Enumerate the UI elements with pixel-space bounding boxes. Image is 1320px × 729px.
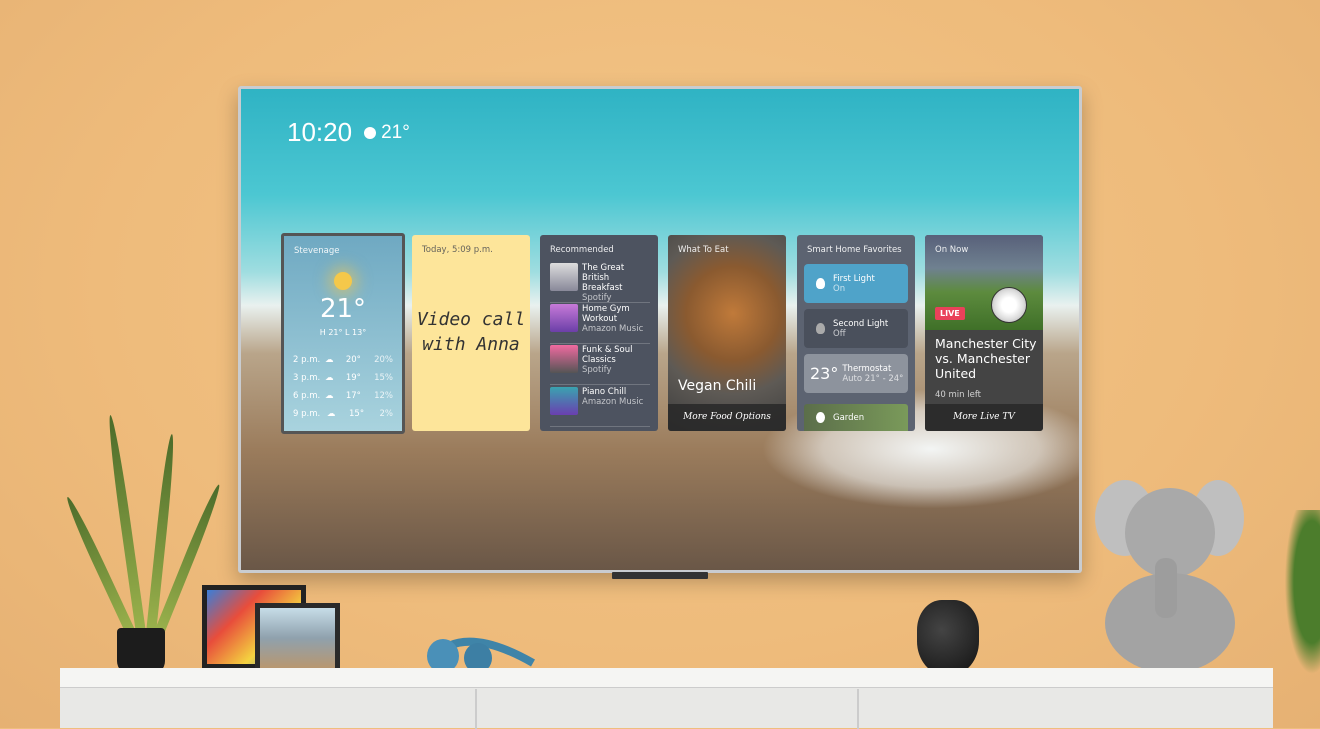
forecast-temp: 19° [345, 373, 361, 383]
smart-home-card: Smart Home Favorites First Light On Secon… [797, 235, 915, 431]
cloud-icon: ☁ [325, 373, 334, 383]
device-name: Thermostat [842, 363, 892, 374]
note-date: Today, 5:09 p.m. [422, 245, 493, 255]
clock-time: 10:20 [287, 117, 353, 147]
album-art [550, 304, 578, 332]
clock-temperature: 21° [381, 121, 410, 143]
item-source: Amazon Music [582, 324, 644, 334]
cloud-icon: ☁ [325, 391, 334, 401]
album-art [550, 345, 578, 373]
garden-camera-tile[interactable]: Garden [804, 404, 908, 431]
weather-high-low: H 21° L 13° [319, 328, 367, 337]
forecast-row: 9 p.m. ☁ 15° 2% [293, 409, 393, 419]
note-text: Video call with Anna [416, 309, 526, 355]
sun-icon [364, 126, 377, 139]
photo-frame [255, 603, 340, 673]
recommended-card[interactable]: Recommended The Great British Breakfast S… [540, 235, 658, 431]
cloud-icon: ☁ [325, 355, 334, 365]
device-state: Off [833, 328, 846, 339]
forecast-temp: 17° [345, 391, 361, 401]
plant-leaves [1280, 510, 1320, 690]
forecast-time: 6 p.m. [293, 391, 321, 401]
forecast-row: 2 p.m. ☁ 20° 20% [293, 355, 393, 365]
weather-city: Stevenage [294, 246, 340, 256]
forecast-time: 9 p.m. [293, 409, 321, 419]
forecast-time: 3 p.m. [293, 373, 321, 383]
football-icon [991, 287, 1027, 323]
list-item[interactable]: Funk & Soul Classics Spotify [550, 345, 650, 385]
item-title: The Great British Breakfast [582, 263, 625, 293]
forecast-row: 6 p.m. ☁ 17° 12% [293, 391, 393, 401]
device-state: Auto 21° - 24° [842, 373, 904, 384]
device-name: Garden [833, 412, 865, 423]
vase [917, 600, 979, 675]
forecast-time: 2 p.m. [293, 355, 321, 365]
tv-camera-bar [612, 572, 708, 579]
list-item[interactable]: Piano Chill Amazon Music [550, 387, 650, 427]
lightbulb-icon [816, 323, 825, 334]
item-title: Piano Chill [582, 387, 627, 397]
forecast-chance: 2% [379, 409, 394, 419]
tv: 10:20 21° Stevenage 21° H 21° L 13° 2 p.… [238, 86, 1082, 573]
tv-screen: 10:20 21° Stevenage 21° H 21° L 13° 2 p.… [241, 89, 1079, 570]
device-name: First Light [833, 273, 875, 284]
item-title: Funk & Soul Classics [582, 345, 633, 365]
item-source: Spotify [582, 293, 612, 303]
forecast-temp: 20° [345, 355, 361, 365]
device-name: Second Light [833, 318, 889, 329]
cloud-icon: ☁ [327, 409, 336, 419]
on-now-card[interactable]: On Now LIVE Manchester City vs. Manchest… [925, 235, 1043, 431]
time-left: 40 min left [935, 390, 982, 400]
first-light-toggle[interactable]: First Light On [804, 264, 908, 303]
forecast-row: 3 p.m. ☁ 19° 15% [293, 373, 393, 383]
album-art [550, 387, 578, 415]
live-badge: LIVE [935, 307, 965, 320]
weather-card[interactable]: Stevenage 21° H 21° L 13° 2 p.m. ☁ 20° 20% … [281, 233, 405, 434]
food-title: Vegan Chili [678, 378, 757, 394]
item-source: Amazon Music [582, 397, 644, 407]
thermostat-temp: 23° [810, 364, 839, 383]
forecast-chance: 12% [374, 391, 393, 401]
thermostat-tile[interactable]: 23° Thermostat Auto 21° - 24° [804, 354, 908, 393]
sun-icon [334, 272, 352, 290]
more-live-tv-button[interactable]: More Live TV [925, 404, 1043, 431]
food-header: What To Eat [678, 245, 729, 255]
item-title: Home Gym Workout [582, 304, 630, 324]
recommended-header: Recommended [550, 245, 614, 255]
program-title: Manchester City vs. Manchester United [935, 336, 1037, 381]
forecast-chance: 20% [374, 355, 393, 365]
album-art [550, 263, 578, 291]
camera-icon [816, 412, 825, 423]
lightbulb-icon [816, 278, 825, 289]
weather-temperature: 21° [319, 294, 367, 324]
what-to-eat-card[interactable]: What To Eat Vegan Chili More Food Option… [668, 235, 786, 431]
list-item[interactable]: The Great British Breakfast Spotify [550, 263, 650, 303]
smart-home-header: Smart Home Favorites [807, 245, 902, 255]
stuffed-elephant [1095, 480, 1244, 673]
clock-widget: 10:20 21° [287, 117, 410, 148]
second-light-toggle[interactable]: Second Light Off [804, 309, 908, 348]
on-now-header: On Now [935, 245, 969, 255]
media-console [60, 668, 1273, 729]
sticky-note-card[interactable]: Today, 5:09 p.m. Video call with Anna [412, 235, 530, 431]
forecast-chance: 15% [374, 373, 393, 383]
list-item[interactable]: Home Gym Workout Amazon Music [550, 304, 650, 344]
more-food-options-button[interactable]: More Food Options [668, 404, 786, 431]
forecast-temp: 15° [349, 409, 365, 419]
item-source: Spotify [582, 365, 612, 375]
device-state: On [833, 283, 846, 294]
